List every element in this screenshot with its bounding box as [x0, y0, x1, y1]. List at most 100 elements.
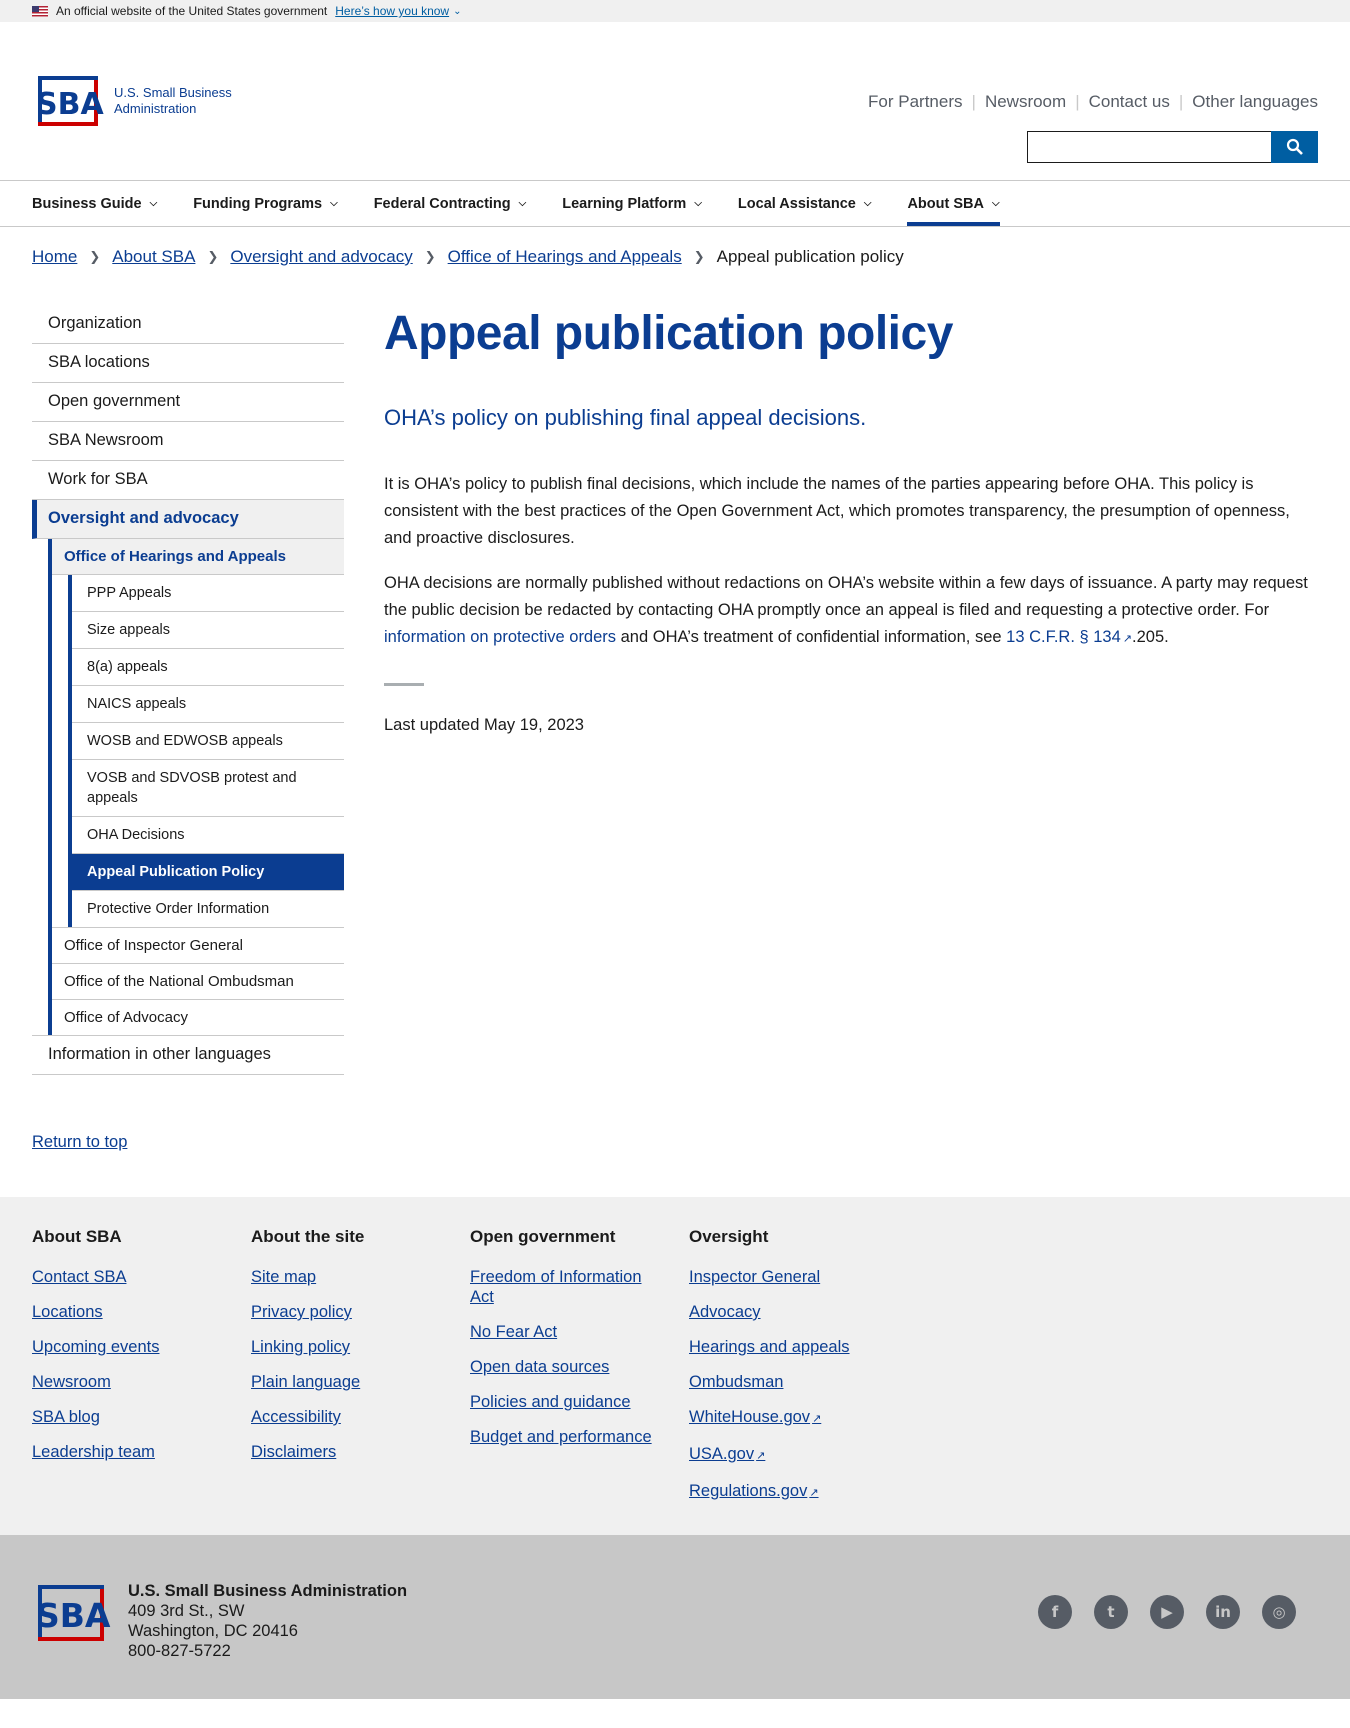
address-phone: 800-827-5722 — [128, 1642, 231, 1660]
sidenav-item-inspector-general[interactable]: Office of Inspector General — [52, 928, 344, 964]
footer-link[interactable]: Disclaimers — [251, 1442, 446, 1462]
paragraph-text: OHA decisions are normally published wit… — [384, 574, 1308, 619]
sidenav-item-open-government[interactable]: Open government — [32, 383, 344, 422]
sidenav-item-8a-appeals[interactable]: 8(a) appeals — [72, 649, 344, 686]
footer-link[interactable]: SBA blog — [32, 1407, 227, 1427]
footer-bottom: SBA U.S. Small Business Administration 4… — [0, 1535, 1350, 1699]
paragraph-text: .205. — [1132, 628, 1169, 646]
footer-column-title: Oversight — [689, 1227, 769, 1246]
sidenav-item-appeal-publication-policy[interactable]: Appeal Publication Policy — [72, 854, 344, 891]
side-nav: Organization SBA locations Open governme… — [32, 305, 344, 1075]
footer-link[interactable]: Policies and guidance — [470, 1392, 665, 1412]
footer-link[interactable]: Ombudsman — [689, 1372, 884, 1392]
footer-column-about-site: About the site Site map Privacy policy L… — [251, 1227, 470, 1507]
footer-link[interactable]: No Fear Act — [470, 1322, 665, 1342]
sidenav-item-office-of-advocacy[interactable]: Office of Advocacy — [52, 1000, 344, 1035]
sidenav-item-oversight-and-advocacy[interactable]: Oversight and advocacy — [32, 500, 344, 539]
footer-link[interactable]: Freedom of Information Act — [470, 1267, 665, 1307]
sidenav-item-vosb-appeals[interactable]: VOSB and SDVOSB protest and appeals — [72, 760, 344, 817]
breadcrumb-about-sba[interactable]: About SBA — [112, 247, 195, 267]
sidenav-item-oha-decisions[interactable]: OHA Decisions — [72, 817, 344, 854]
sidenav-item-ombudsman[interactable]: Office of the National Ombudsman — [52, 964, 344, 1000]
search-input[interactable] — [1027, 131, 1271, 163]
footer-link[interactable]: Leadership team — [32, 1442, 227, 1462]
footer-link-external[interactable]: USA.gov ↗ — [689, 1444, 884, 1466]
nav-label: Funding Programs — [193, 195, 323, 212]
protective-orders-link[interactable]: information on protective orders — [384, 628, 621, 646]
nav-local-assistance[interactable]: Local Assistance ⌵ — [738, 181, 872, 226]
footer-link-external[interactable]: Regulations.gov ↗ — [689, 1481, 884, 1503]
sidenav-item-wosb-appeals[interactable]: WOSB and EDWOSB appeals — [72, 723, 344, 760]
utility-link-for-partners[interactable]: For Partners — [868, 92, 962, 112]
footer-link[interactable]: Site map — [251, 1267, 446, 1287]
footer-link[interactable]: Accessibility — [251, 1407, 446, 1427]
heres-how-you-know-link[interactable]: Here’s how you know — [335, 4, 449, 18]
sidenav-item-naics-appeals[interactable]: NAICS appeals — [72, 686, 344, 723]
utility-link-other-languages[interactable]: Other languages — [1192, 92, 1318, 112]
twitter-icon[interactable]: t — [1094, 1595, 1128, 1629]
footer-link[interactable]: Hearings and appeals — [689, 1337, 884, 1357]
footer-link[interactable]: Privacy policy — [251, 1302, 446, 1322]
chevron-right-icon: ❯ — [424, 249, 436, 264]
sidenav-item-size-appeals[interactable]: Size appeals — [72, 612, 344, 649]
sidenav-item-sba-locations[interactable]: SBA locations — [32, 344, 344, 383]
chevron-down-icon: ⌵ — [330, 198, 338, 209]
cfr-link[interactable]: 13 C.F.R. § 134 ↗ — [1006, 628, 1132, 646]
chevron-right-icon: ❯ — [693, 249, 705, 264]
footer-link[interactable]: Newsroom — [32, 1372, 227, 1392]
nav-federal-contracting[interactable]: Federal Contracting ⌵ — [374, 181, 527, 226]
utility-link-newsroom[interactable]: Newsroom — [985, 92, 1066, 112]
search-icon — [1286, 138, 1303, 155]
sidenav-subgroup: Office of Hearings and Appeals PPP Appea… — [32, 539, 344, 1036]
sidenav-item-sba-newsroom[interactable]: SBA Newsroom — [32, 422, 344, 461]
footer-link[interactable]: Budget and performance — [470, 1427, 665, 1447]
utility-link-contact-us[interactable]: Contact us — [1089, 92, 1170, 112]
nav-business-guide[interactable]: Business Guide ⌵ — [32, 181, 157, 226]
sidenav-item-other-languages[interactable]: Information in other languages — [32, 1036, 344, 1075]
footer-link[interactable]: Advocacy — [689, 1302, 884, 1322]
instagram-icon[interactable]: ◎ — [1262, 1595, 1296, 1629]
footer-link[interactable]: Open data sources — [470, 1357, 665, 1377]
svg-text:SBA: SBA — [36, 1596, 111, 1635]
footer-link[interactable]: Upcoming events — [32, 1337, 227, 1357]
footer-link[interactable]: Inspector General — [689, 1267, 884, 1287]
sidenav-level3: PPP Appeals Size appeals 8(a) appeals NA… — [68, 575, 344, 927]
nav-label: Business Guide — [32, 195, 142, 212]
breadcrumb-home[interactable]: Home — [32, 247, 77, 267]
sidenav-item-protective-order[interactable]: Protective Order Information — [72, 891, 344, 927]
return-to-top-link[interactable]: Return to top — [32, 1133, 127, 1151]
youtube-icon[interactable]: ▶ — [1150, 1595, 1184, 1629]
nav-about-sba[interactable]: About SBA ⌵ — [907, 181, 1000, 226]
sba-logo-footer[interactable]: SBA — [32, 1581, 112, 1645]
sidenav-item-oha[interactable]: Office of Hearings and Appeals — [52, 539, 344, 575]
sba-logo[interactable]: SBA U.S. Small Business Administration — [32, 72, 234, 130]
footer-link[interactable]: Plain language — [251, 1372, 446, 1392]
sidenav-subgroup-oha: PPP Appeals Size appeals 8(a) appeals NA… — [52, 575, 344, 928]
footer-link-external[interactable]: WhiteHouse.gov ↗ — [689, 1407, 884, 1429]
breadcrumb-oha[interactable]: Office of Hearings and Appeals — [448, 247, 682, 267]
divider: | — [1075, 92, 1080, 111]
footer-link[interactable]: Contact SBA — [32, 1267, 227, 1287]
search-button[interactable] — [1271, 131, 1318, 163]
sidenav-item-organization[interactable]: Organization — [32, 305, 344, 344]
footer-column-open-government: Open government Freedom of Information A… — [470, 1227, 689, 1507]
address-street: 409 3rd St., SW — [128, 1602, 245, 1620]
facebook-icon[interactable]: f — [1038, 1595, 1072, 1629]
footer-link-label: Regulations.gov — [689, 1482, 808, 1500]
utility-nav: For Partners | Newsroom | Contact us | O… — [868, 92, 1318, 112]
nav-learning-platform[interactable]: Learning Platform ⌵ — [562, 181, 702, 226]
nav-funding-programs[interactable]: Funding Programs ⌵ — [193, 181, 338, 226]
footer-link[interactable]: Linking policy — [251, 1337, 446, 1357]
linkedin-icon[interactable]: in — [1206, 1595, 1240, 1629]
cfr-link-label: 13 C.F.R. § 134 — [1006, 628, 1121, 646]
sidenav-item-work-for-sba[interactable]: Work for SBA — [32, 461, 344, 500]
paragraph-2: OHA decisions are normally published wit… — [384, 570, 1318, 653]
nav-label: About SBA — [907, 195, 984, 212]
breadcrumb-oversight[interactable]: Oversight and advocacy — [230, 247, 412, 267]
address-city: Washington, DC 20416 — [128, 1622, 298, 1640]
external-link-icon: ↗ — [1122, 633, 1133, 645]
footer-link[interactable]: Locations — [32, 1302, 227, 1322]
sidenav-item-ppp-appeals[interactable]: PPP Appeals — [72, 575, 344, 612]
divider — [384, 683, 424, 686]
lede-text: OHA’s policy on publishing final appeal … — [384, 405, 867, 430]
